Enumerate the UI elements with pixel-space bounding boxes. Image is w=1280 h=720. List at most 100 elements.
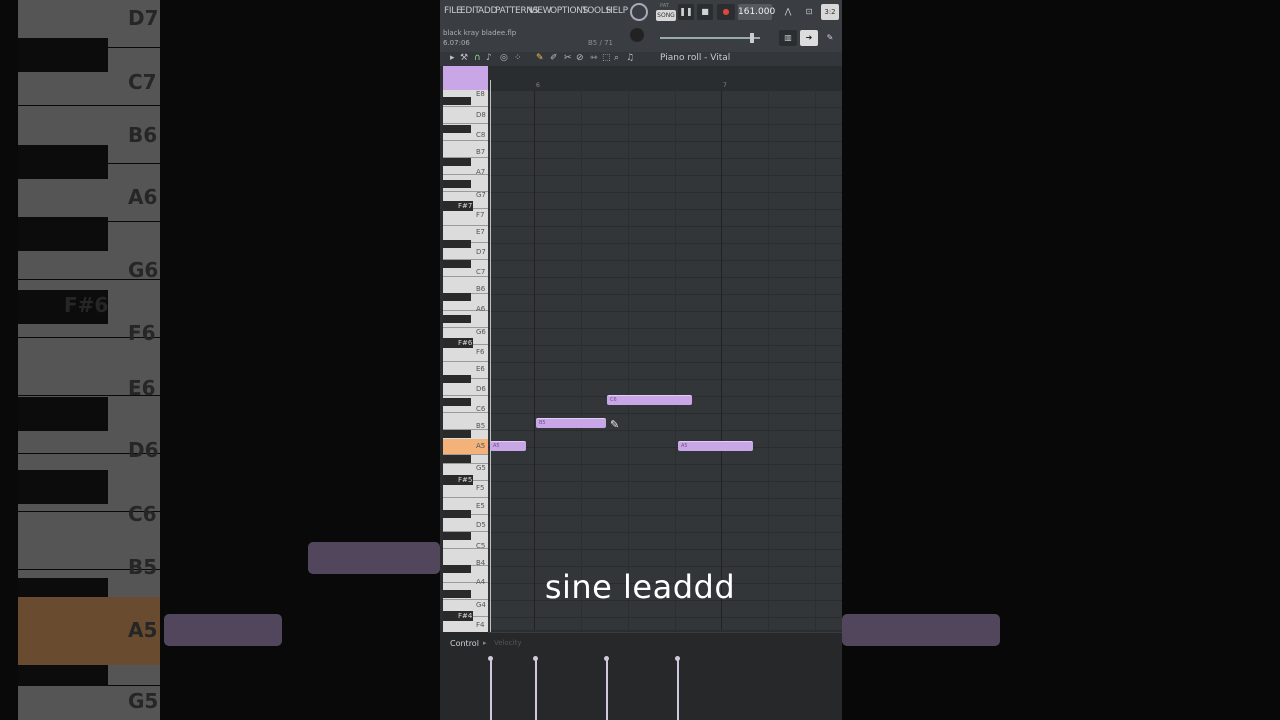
note-icon[interactable]: ♪ bbox=[486, 53, 492, 63]
zoom-tool-icon[interactable]: ⌕ bbox=[614, 53, 619, 63]
record-button[interactable]: ● bbox=[717, 4, 735, 20]
black-key[interactable] bbox=[443, 510, 471, 518]
menu-edit[interactable]: EDIT bbox=[460, 6, 480, 16]
black-key[interactable] bbox=[443, 125, 471, 133]
panel-divider bbox=[488, 632, 842, 633]
control-label[interactable]: Control bbox=[450, 639, 479, 648]
grid-row-line bbox=[488, 107, 842, 108]
slip-tool-icon[interactable]: ⇿ bbox=[590, 53, 598, 63]
metronome-icon[interactable]: ⋀ bbox=[779, 4, 797, 20]
black-key[interactable] bbox=[443, 293, 471, 301]
event-editor-panel: Control ▸ Velocity bbox=[440, 632, 842, 720]
pause-button[interactable]: ❚❚ bbox=[678, 4, 694, 20]
key-label: C5 bbox=[476, 542, 486, 550]
black-key[interactable] bbox=[443, 240, 471, 248]
velocity-handle[interactable] bbox=[533, 656, 538, 661]
menu-arrow-icon[interactable]: ▸ bbox=[450, 53, 455, 63]
key-label: E7 bbox=[476, 228, 485, 236]
key-label: D7 bbox=[476, 248, 486, 256]
note-grid[interactable] bbox=[488, 90, 842, 630]
key-label: F#6 bbox=[458, 339, 473, 347]
black-key[interactable] bbox=[443, 260, 471, 268]
grid-row-line bbox=[488, 90, 842, 91]
grid-beat-line bbox=[628, 90, 629, 630]
paint-tool-icon[interactable]: ✐ bbox=[550, 53, 558, 63]
key-label: B5 bbox=[476, 422, 486, 430]
wrench-icon[interactable]: ⚒ bbox=[460, 53, 468, 63]
grid-row-line bbox=[488, 617, 842, 618]
grid-row-line bbox=[488, 532, 842, 533]
black-key[interactable] bbox=[443, 158, 471, 166]
target-icon[interactable]: ◎ bbox=[500, 53, 508, 63]
velocity-bar[interactable] bbox=[677, 659, 679, 720]
grid-row-line bbox=[488, 243, 842, 244]
bg-dim-overlay bbox=[842, 0, 1280, 720]
black-key[interactable] bbox=[443, 532, 471, 540]
grid-row-line bbox=[488, 396, 842, 397]
black-key[interactable] bbox=[443, 455, 471, 463]
velocity-bar[interactable] bbox=[490, 659, 492, 720]
velocity-handle[interactable] bbox=[604, 656, 609, 661]
playhead[interactable] bbox=[490, 80, 491, 632]
velocity-bar[interactable] bbox=[606, 659, 608, 720]
key-label: G7 bbox=[476, 191, 486, 199]
pencil-icon[interactable]: ✎ bbox=[821, 30, 839, 46]
master-pitch-slider[interactable] bbox=[660, 37, 760, 39]
grid-row-line bbox=[488, 345, 842, 346]
key-label: C6 bbox=[476, 405, 486, 413]
tempo-display[interactable]: 161.000 bbox=[738, 4, 775, 20]
key-label: D8 bbox=[476, 111, 486, 119]
black-key[interactable] bbox=[443, 97, 471, 105]
delete-tool-icon[interactable]: ✂ bbox=[564, 53, 572, 63]
grid-row-line bbox=[488, 328, 842, 329]
black-key[interactable] bbox=[443, 180, 471, 188]
menu-file[interactable]: FILE bbox=[444, 6, 462, 16]
magnet-icon[interactable]: ∩ bbox=[474, 53, 481, 63]
hint-text: B5 / 71 bbox=[588, 39, 613, 47]
black-key[interactable] bbox=[443, 315, 471, 323]
project-time: 6.07:06 bbox=[443, 39, 470, 47]
snap-icon[interactable]: ⁘ bbox=[514, 53, 522, 63]
velocity-bar[interactable] bbox=[535, 659, 537, 720]
select-tool-icon[interactable]: ⬚ bbox=[602, 53, 611, 63]
black-key[interactable] bbox=[443, 430, 471, 438]
grid-row-line bbox=[488, 498, 842, 499]
pencil-cursor-icon: ✎ bbox=[610, 418, 620, 431]
stop-button[interactable]: ■ bbox=[697, 4, 713, 20]
piano-keyboard-icon[interactable]: ▥ bbox=[779, 30, 797, 46]
time-ruler[interactable] bbox=[488, 66, 842, 90]
key-label: B7 bbox=[476, 148, 486, 156]
key-label: A5 bbox=[476, 442, 486, 450]
piano-keyboard[interactable]: E8 D8 C8 B7 A7 G7 F#7 F7 E7 D7 C7 B6 A6 G6 F#6 F6 E6 D6 C6… bbox=[443, 90, 488, 634]
key-label: D5 bbox=[476, 521, 486, 529]
key-label: A7 bbox=[476, 168, 486, 176]
key-label: B4 bbox=[476, 559, 486, 567]
black-key[interactable] bbox=[443, 375, 471, 383]
grid-row-line bbox=[488, 464, 842, 465]
velocity-handle[interactable] bbox=[488, 656, 493, 661]
grid-row-line bbox=[488, 192, 842, 193]
arrow-right-icon[interactable]: ➜ bbox=[800, 30, 818, 46]
key-label: A6 bbox=[476, 305, 486, 313]
key-label: C8 bbox=[476, 131, 486, 139]
key-label: E6 bbox=[476, 365, 485, 373]
velocity-handle[interactable] bbox=[675, 656, 680, 661]
time-signature-display[interactable]: 3:2 bbox=[821, 4, 839, 20]
draw-tool-icon[interactable]: ✎ bbox=[536, 53, 544, 63]
master-volume-knob-icon[interactable] bbox=[630, 3, 648, 21]
grid-row-line bbox=[488, 311, 842, 312]
black-key[interactable] bbox=[443, 398, 471, 406]
loop-record-icon[interactable]: ⊡ bbox=[800, 4, 818, 20]
menu-help[interactable]: HELP bbox=[606, 6, 628, 16]
menu-view[interactable]: VIEW bbox=[529, 6, 552, 16]
grid-beat-line bbox=[675, 90, 676, 630]
grid-row-line bbox=[488, 226, 842, 227]
mute-tool-icon[interactable]: ⊘ bbox=[576, 53, 584, 63]
pitch-knob-icon[interactable] bbox=[630, 28, 644, 42]
grid-row-line bbox=[488, 379, 842, 380]
grid-row-line bbox=[488, 413, 842, 414]
speaker-icon[interactable]: ♫ bbox=[626, 53, 634, 63]
slider-handle[interactable] bbox=[750, 33, 754, 43]
grid-beat-line bbox=[581, 90, 582, 630]
song-mode-button[interactable]: SONG bbox=[656, 10, 676, 21]
